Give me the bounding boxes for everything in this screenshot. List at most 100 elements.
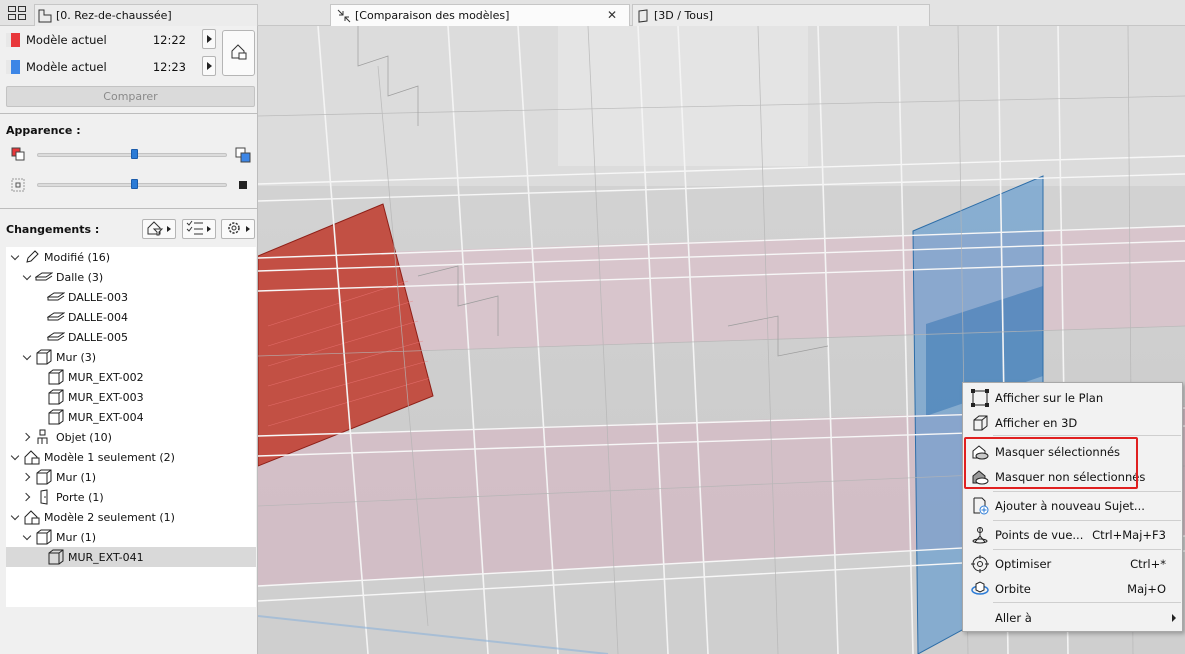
tree-item[interactable]: Modifié (16) — [6, 247, 256, 267]
transparency-slider-thumb[interactable] — [131, 179, 138, 189]
tree-item-label: Porte (1) — [56, 490, 104, 504]
swap-models-button[interactable] — [222, 30, 255, 76]
wall-icon — [35, 469, 53, 485]
model-compare-panel: Modèle actuel 12:22 Modèle actuel 12:23 … — [0, 26, 258, 654]
wall-icon — [47, 389, 65, 405]
gear-icon — [225, 220, 243, 239]
tab-model-comparison[interactable]: [Comparaison des modèles] ✕ — [330, 4, 630, 26]
slab-icon — [47, 309, 65, 325]
menu-item-viewpoints[interactable]: Points de vue... Ctrl+Maj+F3 — [963, 523, 1182, 547]
swap-models-icon — [229, 42, 249, 65]
tab-bar: [0. Rez-de-chaussée] [Comparaison des mo… — [0, 0, 1185, 26]
dropdown-arrow-icon — [207, 226, 211, 232]
tree-item-label: Dalle (3) — [56, 270, 104, 284]
collapse-chevron-icon[interactable] — [11, 452, 21, 462]
menu-item-go-to[interactable]: Aller à — [963, 606, 1182, 630]
pencil-icon — [23, 249, 41, 265]
slab-icon — [47, 329, 65, 345]
tree-item-label: DALLE-004 — [68, 310, 128, 324]
menu-item-add-to-new-issue[interactable]: Ajouter à nouveau Sujet... — [963, 494, 1182, 518]
tree-item-label: MUR_EXT-002 — [68, 370, 144, 384]
model-1-time: 12:22 — [152, 33, 186, 47]
tree-item[interactable]: MUR_EXT-004 — [6, 407, 256, 427]
model-2-name: Modèle actuel — [26, 60, 107, 74]
tree-item-label: MUR_EXT-041 — [68, 550, 144, 564]
tree-item[interactable]: Modèle 2 seulement (1) — [6, 507, 256, 527]
settings-button[interactable] — [221, 219, 255, 239]
context-menu: Afficher sur le Plan Afficher en 3D Masq… — [962, 382, 1183, 632]
expand-chevron-icon[interactable] — [23, 472, 33, 482]
model-row-2: Modèle actuel 12:23 — [6, 56, 216, 78]
tree-item[interactable]: DALLE-005 — [6, 327, 256, 347]
appearance-label: Apparence : — [6, 124, 81, 137]
model-2-select-button[interactable] — [202, 56, 216, 76]
tree-item-label: Objet (10) — [56, 430, 112, 444]
compare-button[interactable]: Comparer — [6, 86, 255, 107]
tree-item-label: Mur (3) — [56, 350, 97, 364]
menu-item-show-in-3d[interactable]: Afficher en 3D — [963, 411, 1182, 435]
collapse-chevron-icon[interactable] — [23, 532, 33, 542]
tree-item[interactable]: MUR_EXT-003 — [6, 387, 256, 407]
orbit-icon — [969, 579, 991, 599]
optimize-icon — [969, 554, 991, 574]
model-colors-strong-icon — [235, 147, 251, 166]
collapse-chevron-icon[interactable] — [11, 512, 21, 522]
transparency-low-icon — [11, 178, 25, 195]
collapse-chevron-icon[interactable] — [23, 272, 33, 282]
show-on-plan-icon — [969, 388, 991, 408]
tree-item[interactable]: Mur (3) — [6, 347, 256, 367]
model-1-color-swatch — [6, 33, 20, 47]
menu-separator — [993, 549, 1181, 550]
slab-icon — [35, 269, 53, 285]
model-icon — [23, 509, 41, 525]
model-2-time: 12:23 — [152, 60, 186, 74]
menu-item-shortcut: Ctrl+* — [1130, 557, 1166, 571]
menu-item-label: Afficher sur le Plan — [995, 391, 1104, 405]
tree-item[interactable]: MUR_EXT-002 — [6, 367, 256, 387]
filter-icon — [146, 220, 164, 239]
close-tab-icon[interactable]: ✕ — [607, 8, 617, 22]
tree-item[interactable]: DALLE-003 — [6, 287, 256, 307]
wall-icon — [47, 409, 65, 425]
dropdown-arrow-icon — [246, 226, 250, 232]
menu-item-label: Afficher en 3D — [995, 416, 1078, 430]
collapse-chevron-icon[interactable] — [11, 252, 21, 262]
tree-item[interactable]: Mur (1) — [6, 467, 256, 487]
door-icon — [35, 489, 53, 505]
tree-item-label: Mur (1) — [56, 470, 97, 484]
tree-item[interactable]: Objet (10) — [6, 427, 256, 447]
compare-arrows-icon — [337, 9, 351, 23]
tree-item-label: MUR_EXT-004 — [68, 410, 144, 424]
menu-item-orbit[interactable]: Orbite Maj+O — [963, 577, 1182, 601]
list-options-button[interactable] — [182, 219, 216, 239]
tree-item-label: Modifié (16) — [44, 250, 111, 264]
tree-item-label: MUR_EXT-003 — [68, 390, 144, 404]
model-1-select-button[interactable] — [202, 29, 216, 49]
model-2-color-swatch — [6, 60, 20, 74]
tree-item[interactable]: Dalle (3) — [6, 267, 256, 287]
tree-item[interactable]: DALLE-004 — [6, 307, 256, 327]
layout-grid-icon[interactable] — [8, 6, 26, 23]
divider — [0, 208, 257, 209]
menu-item-show-on-plan[interactable]: Afficher sur le Plan — [963, 386, 1182, 410]
collapse-chevron-icon[interactable] — [23, 352, 33, 362]
tab-floor-plan[interactable]: [0. Rez-de-chaussée] — [34, 4, 258, 26]
menu-item-shortcut: Maj+O — [1127, 582, 1166, 596]
tree-item[interactable]: Porte (1) — [6, 487, 256, 507]
menu-separator — [993, 602, 1181, 603]
divider — [0, 113, 257, 114]
expand-chevron-icon[interactable] — [23, 432, 33, 442]
tab-3d-view[interactable]: [3D / Tous] — [632, 4, 930, 26]
show-in-3d-icon — [969, 413, 991, 433]
color-intensity-slider-thumb[interactable] — [131, 149, 138, 159]
tab-3d-view-label: [3D / Tous] — [654, 9, 714, 22]
tree-item[interactable]: Modèle 1 seulement (2) — [6, 447, 256, 467]
filter-elements-button[interactable] — [142, 219, 176, 239]
tab-floor-plan-label: [0. Rez-de-chaussée] — [56, 9, 172, 22]
menu-separator — [993, 491, 1181, 492]
tree-item[interactable]: Mur (1) — [6, 527, 256, 547]
menu-item-optimize[interactable]: Optimiser Ctrl+* — [963, 552, 1182, 576]
expand-chevron-icon[interactable] — [23, 492, 33, 502]
wall-icon — [47, 369, 65, 385]
tree-item[interactable]: MUR_EXT-041 — [6, 547, 256, 567]
